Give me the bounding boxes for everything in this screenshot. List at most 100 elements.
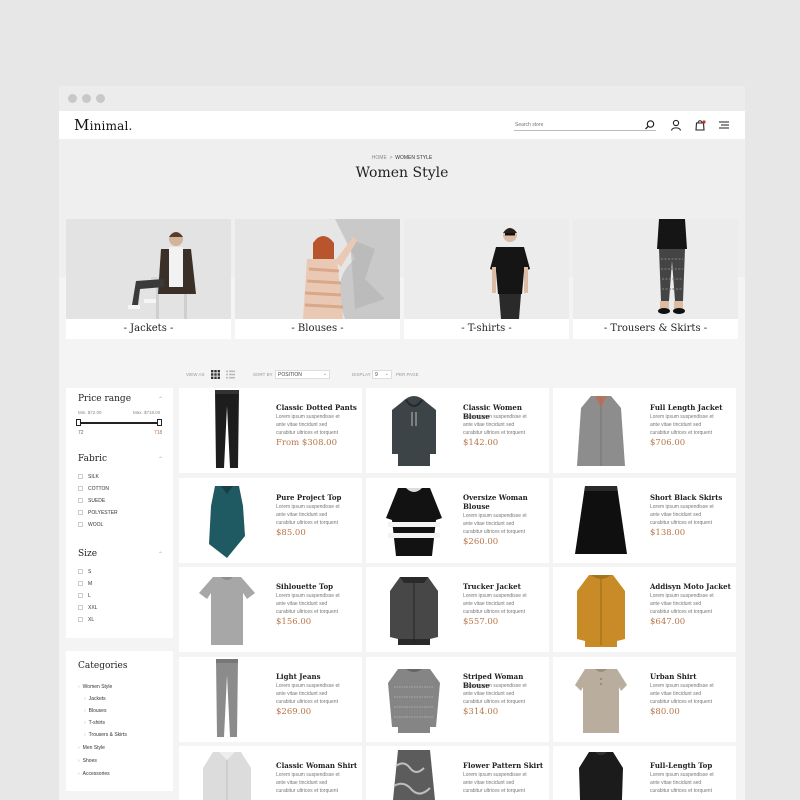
size-option[interactable]: XL xyxy=(78,617,94,623)
product-name[interactable]: Full Length Jacket xyxy=(650,403,734,412)
product-card[interactable]: Flower Pattern Skirt Lorem ipsum suspendi… xyxy=(366,746,549,800)
product-image[interactable] xyxy=(571,657,631,741)
product-image[interactable] xyxy=(384,388,444,472)
cart-icon[interactable] xyxy=(693,118,707,132)
category-link[interactable]: › Men Style xyxy=(78,745,105,751)
category-tile-blouses[interactable]: - Blouses - xyxy=(235,219,400,339)
product-description: Lorem ipsum suspendisse et xyxy=(463,682,527,689)
product-card[interactable]: Oversize Woman Blouse Lorem ipsum suspend… xyxy=(366,477,549,563)
user-icon[interactable] xyxy=(669,118,683,132)
chevron-up-icon[interactable]: ⌃ xyxy=(158,551,163,558)
checkbox[interactable] xyxy=(78,593,83,598)
product-image[interactable] xyxy=(571,567,631,651)
product-name[interactable]: Pure Project Top xyxy=(276,493,360,502)
breadcrumb-home[interactable]: HOME xyxy=(372,155,387,161)
price-slider-max-handle[interactable] xyxy=(157,419,162,426)
product-name[interactable]: Urban Shirt xyxy=(650,672,734,681)
product-card[interactable]: Urban Shirt Lorem ipsum suspendisse et ant… xyxy=(553,656,736,742)
window-minimize-dot[interactable] xyxy=(82,94,91,103)
checkbox[interactable] xyxy=(78,569,83,574)
product-card[interactable]: Full Length Jacket Lorem ipsum suspendiss… xyxy=(553,388,736,473)
checkbox[interactable] xyxy=(78,510,83,515)
menu-icon[interactable] xyxy=(717,118,731,132)
product-image[interactable] xyxy=(197,657,257,741)
product-card[interactable]: Striped Woman Blouse Lorem ipsum suspendi… xyxy=(366,656,549,742)
checkbox[interactable] xyxy=(78,486,83,491)
product-image[interactable] xyxy=(571,478,631,562)
product-card[interactable]: Pure Project Top Lorem ipsum suspendisse … xyxy=(179,477,362,563)
product-image[interactable] xyxy=(384,657,444,741)
product-image[interactable] xyxy=(571,746,631,800)
product-card[interactable]: Sihlouette Top Lorem ipsum suspendisse et… xyxy=(179,567,362,652)
category-link[interactable]: › Shoes xyxy=(78,758,97,764)
price-range-title[interactable]: Price range xyxy=(78,394,131,404)
product-name[interactable]: Oversize Woman Blouse xyxy=(463,493,547,511)
product-card[interactable]: Classic Dotted Pants Lorem ipsum suspendi… xyxy=(179,388,362,473)
category-tile-trousers-skirts[interactable]: - Trousers & Skirts - xyxy=(573,219,738,339)
product-name[interactable]: Addisyn Moto Jacket xyxy=(650,582,734,591)
site-logo[interactable]: Minimal. xyxy=(74,116,133,134)
category-tile-jackets[interactable]: - Jackets - xyxy=(66,219,231,339)
window-maximize-dot[interactable] xyxy=(96,94,105,103)
fabric-option[interactable]: POLYESTER xyxy=(78,510,118,516)
list-view-icon[interactable] xyxy=(226,370,235,379)
fabric-option[interactable]: WOOL xyxy=(78,522,103,528)
category-link[interactable]: › T-shirts xyxy=(84,720,105,726)
product-name[interactable]: Classic Dotted Pants xyxy=(276,403,360,412)
product-image[interactable] xyxy=(384,746,444,800)
product-name[interactable]: Trucker Jacket xyxy=(463,582,547,591)
chevron-up-icon[interactable]: ⌃ xyxy=(158,456,163,463)
display-select[interactable]: 9 ⌄ xyxy=(372,370,392,379)
size-option[interactable]: M xyxy=(78,581,92,587)
price-slider-track[interactable] xyxy=(78,422,160,424)
category-link[interactable]: › Jackets xyxy=(84,696,106,702)
checkbox[interactable] xyxy=(78,605,83,610)
product-image[interactable] xyxy=(384,478,444,562)
product-image[interactable] xyxy=(197,567,257,651)
product-card[interactable]: Classic Women Blouse Lorem ipsum suspendi… xyxy=(366,388,549,473)
fabric-option[interactable]: SILK xyxy=(78,474,99,480)
size-option[interactable]: S xyxy=(78,569,91,575)
product-image[interactable] xyxy=(571,388,631,472)
checkbox[interactable] xyxy=(78,581,83,586)
checkbox[interactable] xyxy=(78,498,83,503)
grid-view-icon[interactable] xyxy=(211,370,220,379)
checkbox[interactable] xyxy=(78,617,83,622)
product-card[interactable]: Addisyn Moto Jacket Lorem ipsum suspendis… xyxy=(553,567,736,652)
product-card[interactable]: Classic Woman Shirt Lorem ipsum suspendis… xyxy=(179,746,362,800)
product-image[interactable] xyxy=(197,388,257,472)
product-name[interactable]: Full-Length Top xyxy=(650,761,734,770)
product-card[interactable]: Full-Length Top Lorem ipsum suspendisse e… xyxy=(553,746,736,800)
product-name[interactable]: Short Black Skirts xyxy=(650,493,734,502)
category-link[interactable]: › Trousers & Skirts xyxy=(84,732,127,738)
size-title[interactable]: Size xyxy=(78,549,97,559)
chevron-up-icon[interactable]: ⌃ xyxy=(158,396,163,403)
product-card[interactable]: Short Black Skirts Lorem ipsum suspendiss… xyxy=(553,477,736,563)
checkbox[interactable] xyxy=(78,522,83,527)
price-slider-min-handle[interactable] xyxy=(76,419,81,426)
product-card[interactable]: Trucker Jacket Lorem ipsum suspendisse et… xyxy=(366,567,549,652)
product-name[interactable]: Flower Pattern Skirt xyxy=(463,761,547,770)
fabric-option[interactable]: COTTON xyxy=(78,486,109,492)
category-link[interactable]: › Women Style xyxy=(78,684,112,690)
category-link[interactable]: › Blouses xyxy=(84,708,106,714)
window-close-dot[interactable] xyxy=(68,94,77,103)
product-image[interactable] xyxy=(384,567,444,651)
price-max-value: 718 xyxy=(154,430,163,436)
product-name[interactable]: Classic Woman Shirt xyxy=(276,761,360,770)
sort-select[interactable]: POSITION ⌄ xyxy=(275,370,330,379)
product-image[interactable] xyxy=(197,478,257,562)
checkbox[interactable] xyxy=(78,474,83,479)
category-link[interactable]: › Accessories xyxy=(78,771,110,777)
category-tile-tshirts[interactable]: - T-shirts - xyxy=(404,219,569,339)
fabric-title[interactable]: Fabric xyxy=(78,454,107,464)
product-card[interactable]: Light Jeans Lorem ipsum suspendisse et ant… xyxy=(179,656,362,742)
size-option[interactable]: XXL xyxy=(78,605,97,611)
fabric-option[interactable]: SUEDE xyxy=(78,498,105,504)
product-name[interactable]: Sihlouette Top xyxy=(276,582,360,591)
product-image[interactable] xyxy=(197,746,257,800)
size-option[interactable]: L xyxy=(78,593,91,599)
search-input[interactable] xyxy=(514,120,656,131)
search-icon[interactable] xyxy=(643,118,657,132)
product-name[interactable]: Light Jeans xyxy=(276,672,360,681)
